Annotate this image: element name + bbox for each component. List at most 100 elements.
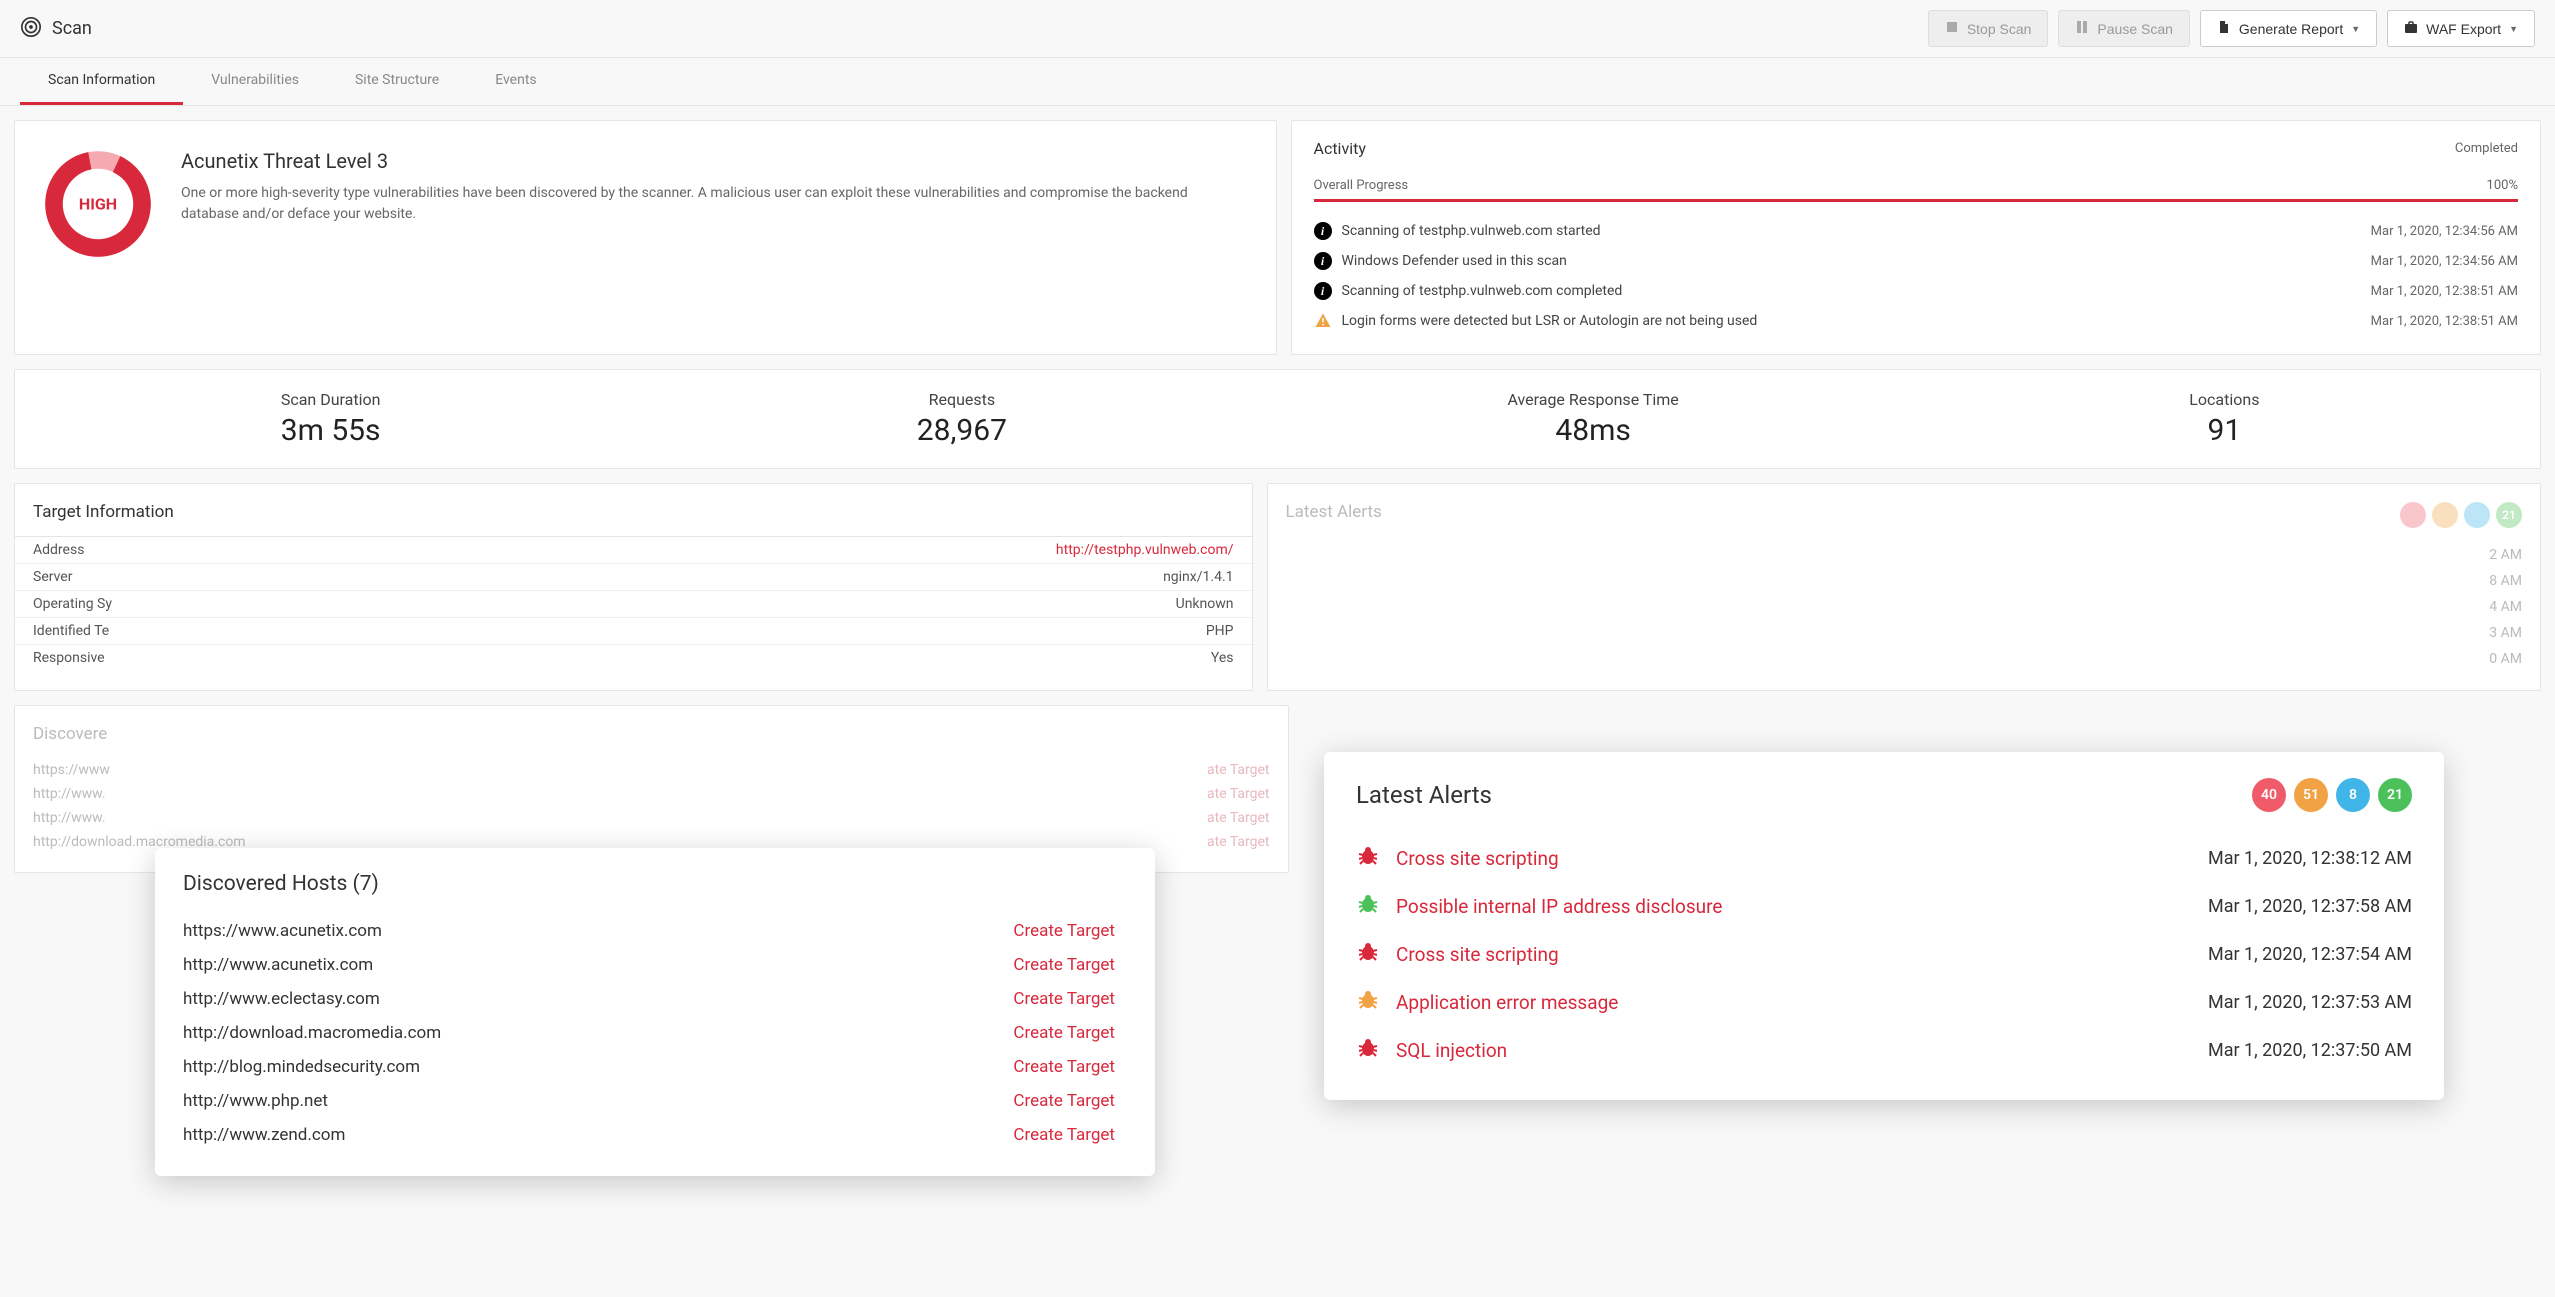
target-key: Operating Sy [33, 596, 112, 612]
stat-value: 3m 55s [35, 413, 626, 448]
latest-alerts-popup: Latest Alerts 40 51 8 21 Cross site scri… [1324, 752, 2444, 1100]
bug-icon [1356, 1036, 1380, 1064]
tabs: Scan Information Vulnerabilities Site St… [0, 58, 2555, 106]
badge-info[interactable]: 21 [2378, 778, 2412, 812]
alert-bg-row: 4 AM [1286, 594, 2523, 620]
info-icon: i [1314, 222, 1332, 240]
tab-vulnerabilities[interactable]: Vulnerabilities [183, 58, 327, 105]
page-title: Scan [52, 18, 92, 39]
alert-bg-time: 2 AM [2489, 547, 2522, 563]
stat-label: Scan Duration [35, 390, 626, 409]
event-time: Mar 1, 2020, 12:34:56 AM [2371, 254, 2518, 269]
alert-name: Application error message [1396, 991, 2192, 1014]
alert-time: Mar 1, 2020, 12:37:58 AM [2208, 896, 2412, 917]
host-url: https://www.acunetix.com [183, 921, 382, 941]
target-key: Address [33, 542, 84, 558]
event-item: i Scanning of testphp.vulnweb.com started… [1314, 216, 2519, 246]
badge-medium[interactable]: 51 [2294, 778, 2328, 812]
generate-report-button[interactable]: Generate Report ▼ [2200, 10, 2377, 47]
alert-time: Mar 1, 2020, 12:37:53 AM [2208, 992, 2412, 1013]
briefcase-icon [2404, 20, 2418, 37]
create-target-link[interactable]: Create Target [1013, 1057, 1115, 1077]
stat-response: Average Response Time 48ms [1278, 370, 1909, 468]
host-row: http://www.acunetix.com Create Target [183, 948, 1115, 982]
host-url: http://www.acunetix.com [183, 955, 373, 975]
create-target-link[interactable]: Create Target [1013, 1125, 1115, 1145]
pause-scan-button: Pause Scan [2058, 10, 2190, 47]
progress-value: 100% [2487, 178, 2518, 193]
target-key: Responsive [33, 650, 105, 666]
info-icon: i [1314, 252, 1332, 270]
target-value: Unknown [1176, 596, 1234, 612]
event-text: Scanning of testphp.vulnweb.com started [1342, 223, 2361, 239]
badge-low[interactable]: 8 [2336, 778, 2370, 812]
alert-row[interactable]: Cross site scriptingMar 1, 2020, 12:38:1… [1356, 834, 2412, 882]
activity-status: Completed [2455, 141, 2518, 156]
stat-locations: Locations 91 [1909, 370, 2540, 468]
document-icon [2217, 20, 2231, 37]
tab-scan-information[interactable]: Scan Information [20, 58, 183, 105]
target-value[interactable]: http://testphp.vulnweb.com/ [1056, 542, 1234, 558]
stat-value: 28,967 [666, 413, 1257, 448]
activity-card: Activity Completed Overall Progress 100%… [1291, 120, 2542, 355]
threat-card: HIGH Acunetix Threat Level 3 One or more… [14, 120, 1277, 355]
stop-scan-button: Stop Scan [1928, 10, 2049, 47]
stat-duration: Scan Duration 3m 55s [15, 370, 646, 468]
discovered-bg-row: https://www ate Target [33, 758, 1270, 782]
bug-icon [1356, 844, 1380, 872]
badge-low [2464, 502, 2490, 528]
alert-bg-row: 2 AM [1286, 542, 2523, 568]
threat-level-label: HIGH [79, 195, 117, 214]
stat-value: 48ms [1298, 413, 1889, 448]
topbar: Scan Stop Scan Pause Scan Generate Repor… [0, 0, 2555, 58]
tab-events[interactable]: Events [467, 58, 564, 105]
bug-icon [1356, 988, 1380, 1016]
progress-bar [1314, 199, 2519, 202]
target-value: Yes [1211, 650, 1234, 666]
event-text: Scanning of testphp.vulnweb.com complete… [1342, 283, 2361, 299]
create-target-link[interactable]: Create Target [1013, 989, 1115, 1009]
create-target-bg: ate Target [1207, 762, 1270, 778]
create-target-link[interactable]: Create Target [1013, 921, 1115, 941]
target-table: Address http://testphp.vulnweb.com/Server… [15, 536, 1252, 671]
host-url: https://www [33, 762, 110, 778]
event-item: iWindows Defender used in this scanMar 1… [1314, 246, 2519, 276]
activity-title: Activity [1314, 139, 1366, 158]
target-row: Responsive Yes [15, 644, 1252, 671]
target-info-card: Target Information Address http://testphp… [14, 483, 1253, 691]
alert-bg-row: 3 AM [1286, 620, 2523, 646]
threat-description: One or more high-severity type vulnerabi… [181, 183, 1248, 225]
host-row: http://blog.mindedsecurity.comCreate Tar… [183, 1050, 1115, 1084]
events-list: i Scanning of testphp.vulnweb.com started… [1314, 216, 2519, 336]
alert-time: Mar 1, 2020, 12:37:54 AM [2208, 944, 2412, 965]
alert-time: Mar 1, 2020, 12:38:12 AM [2208, 848, 2412, 869]
alert-row[interactable]: Cross site scriptingMar 1, 2020, 12:37:5… [1356, 930, 2412, 978]
create-target-link[interactable]: Create Target [1013, 1091, 1115, 1111]
host-url: http://www. [33, 810, 106, 826]
stat-value: 91 [1929, 413, 2520, 448]
badge-info: 21 [2496, 502, 2522, 528]
tab-site-structure[interactable]: Site Structure [327, 58, 467, 105]
target-value: PHP [1206, 623, 1234, 639]
target-info-title: Target Information [15, 502, 1252, 536]
waf-export-button[interactable]: WAF Export ▼ [2387, 10, 2535, 47]
host-row: http://www.zend.comCreate Target [183, 1118, 1115, 1152]
create-target-link[interactable]: Create Target [1013, 1023, 1115, 1043]
target-row: Servernginx/1.4.1 [15, 563, 1252, 590]
progress-label: Overall Progress [1314, 178, 1409, 193]
alert-row[interactable]: Possible internal IP address disclosureM… [1356, 882, 2412, 930]
host-row: http://www.eclectasy.comCreate Target [183, 982, 1115, 1016]
discovered-bg-row: http://www.ate Target [33, 782, 1270, 806]
dropdown-icon: ▼ [2509, 24, 2518, 34]
alert-bg-time: 4 AM [2489, 599, 2522, 615]
hosts-list[interactable]: https://www.acunetix.comCreate Targethtt… [183, 914, 1127, 1152]
alert-row[interactable]: Application error message Mar 1, 2020, 12… [1356, 978, 2412, 1026]
generate-report-label: Generate Report [2239, 21, 2343, 37]
create-target-bg: ate Target [1207, 834, 1270, 850]
badge-high[interactable]: 40 [2252, 778, 2286, 812]
stat-label: Requests [666, 390, 1257, 409]
create-target-link[interactable]: Create Target [1013, 955, 1115, 975]
badge-high [2400, 502, 2426, 528]
alerts-popup-title: Latest Alerts [1356, 781, 1492, 809]
alert-row[interactable]: SQL injectionMar 1, 2020, 12:37:50 AM [1356, 1026, 2412, 1074]
